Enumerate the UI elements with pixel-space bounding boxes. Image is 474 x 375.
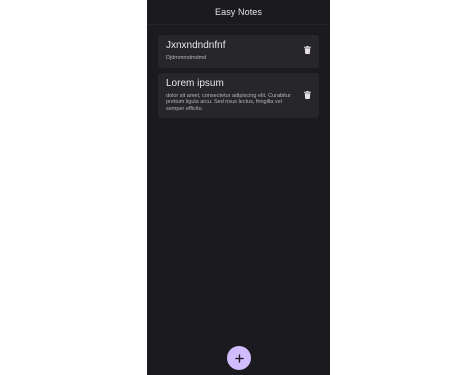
add-note-button[interactable] [227,346,251,370]
delete-note-button[interactable] [303,45,312,55]
app-title: Easy Notes [214,7,263,17]
note-title: Lorem ipsum [166,77,224,89]
trash-icon [304,46,311,54]
note-body: Djdmmmdmdmd [166,55,207,61]
app-screen: Easy Notes Jxnxndndnfnf Djdmmmdmdmd Lore… [147,0,330,375]
note-card[interactable]: Jxnxndndnfnf Djdmmmdmdmd [158,35,319,68]
note-body: dolor sit amet, consectetur adipiscing e… [166,92,291,112]
trash-icon [304,90,311,99]
note-list: Jxnxndndnfnf Djdmmmdmdmd Lorem ipsum dol… [158,35,319,123]
delete-note-button[interactable] [303,90,312,100]
note-title: Jxnxndndnfnf [166,40,226,51]
plus-icon [234,353,244,363]
note-card[interactable]: Lorem ipsum dolor sit amet, consectetur … [158,72,319,118]
top-app-bar: Easy Notes [147,0,330,25]
